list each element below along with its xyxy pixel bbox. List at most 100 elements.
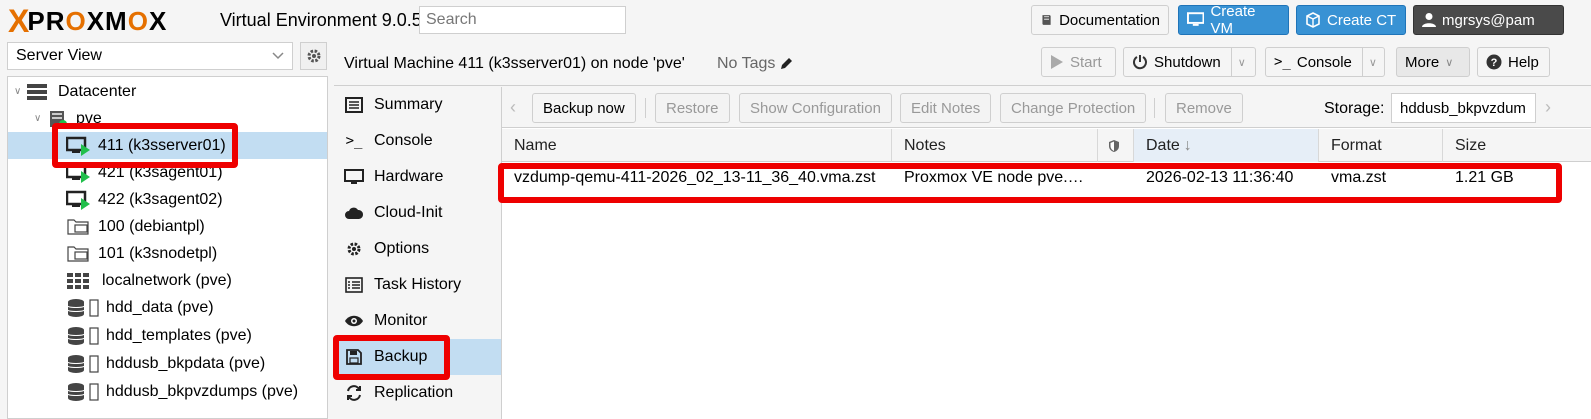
tree-item-vm-421[interactable]: 421 (k3sagent01) xyxy=(8,159,327,186)
cube-icon xyxy=(1306,12,1320,28)
nav-item-summary[interactable]: Summary xyxy=(334,87,501,123)
nav-item-replication[interactable]: Replication xyxy=(334,375,501,411)
page-title: Virtual Machine 411 (k3sserver01) on nod… xyxy=(344,55,685,72)
restore-label: Restore xyxy=(666,99,719,117)
column-header-label: Name xyxy=(514,136,557,154)
nav-item-label: Options xyxy=(374,240,430,257)
chevron-down-icon[interactable]: ∨ xyxy=(1361,48,1377,76)
restore-button[interactable]: Restore xyxy=(655,93,730,123)
book-icon xyxy=(1042,15,1051,25)
column-header-protected[interactable] xyxy=(1098,129,1134,162)
start-label: Start xyxy=(1070,53,1102,71)
create-ct-label: Create CT xyxy=(1327,11,1397,29)
storage-select[interactable]: hddusb_bkpvzdum xyxy=(1391,93,1536,123)
column-header-notes[interactable]: Notes xyxy=(892,129,1098,162)
backup-size-cell: 1.21 GB xyxy=(1455,169,1514,186)
tree-settings-button[interactable] xyxy=(300,42,327,70)
column-header-size[interactable]: Size xyxy=(1443,129,1591,162)
backup-grid-header: Name Notes Date ↓ Format Size xyxy=(502,129,1591,162)
content-area: Virtual Machine 411 (k3sserver01) on nod… xyxy=(334,41,1591,419)
search-input[interactable] xyxy=(419,6,626,34)
nav-item-cloud-init[interactable]: Cloud-Init xyxy=(334,195,501,231)
change-protection-button[interactable]: Change Protection xyxy=(1000,93,1147,123)
storage-icon xyxy=(67,326,99,345)
collapse-toggle-icon[interactable]: ∨ xyxy=(34,113,41,124)
more-button[interactable]: More ∨ xyxy=(1396,47,1470,77)
table-row[interactable]: vzdump-qemu-411-2026_02_13-11_36_40.vma.… xyxy=(502,163,1591,193)
tree-item-storage-hddusb-bkpvzdumps[interactable]: hddusb_bkpvzdumps (pve) xyxy=(8,378,327,405)
product-version: Virtual Environment 9.0.5 xyxy=(220,10,422,30)
storage-icon xyxy=(67,298,99,317)
tree-item-vm-422[interactable]: 422 (k3sagent02) xyxy=(8,186,327,213)
shutdown-button[interactable]: Shutdown ∨ xyxy=(1123,47,1256,77)
tree-item-label: 411 (k3sserver01) xyxy=(98,136,226,154)
tree-item-vm-411[interactable]: 411 (k3sserver01) xyxy=(8,132,327,159)
tree-item-label: localnetwork (pve) xyxy=(102,271,232,289)
nav-item-console[interactable]: >_ Console xyxy=(334,123,501,159)
tree-item-template-100[interactable]: 100 (debiantpl) xyxy=(8,213,327,240)
column-header-label: Date xyxy=(1146,136,1180,154)
column-header-label: Notes xyxy=(904,136,946,154)
monitor-eye-icon xyxy=(345,315,363,327)
start-button[interactable]: Start xyxy=(1041,47,1116,77)
view-selector[interactable]: Server View xyxy=(7,42,293,70)
nav-item-task-history[interactable]: Task History xyxy=(334,267,501,303)
tree-item-storage-hdd-templates[interactable]: hdd_templates (pve) xyxy=(8,322,327,349)
shutdown-label: Shutdown xyxy=(1154,53,1221,71)
tree-item-label: 100 (debiantpl) xyxy=(98,217,205,235)
nav-item-options[interactable]: Options xyxy=(334,231,501,267)
backup-now-button[interactable]: Backup now xyxy=(532,93,636,123)
nav-item-backup[interactable]: Backup xyxy=(334,339,501,375)
chevron-down-icon[interactable]: ∨ xyxy=(1230,48,1246,76)
backup-toolbar: ‹ Backup now Restore Show Configuration … xyxy=(502,87,1591,128)
tree-item-label: 421 (k3sagent01) xyxy=(98,163,223,181)
column-header-format[interactable]: Format xyxy=(1319,129,1443,162)
replication-icon xyxy=(347,385,361,401)
console-button[interactable]: >_ Console ∨ xyxy=(1265,47,1385,77)
options-gear-icon xyxy=(347,242,361,256)
scroll-right-icon[interactable]: › xyxy=(1545,97,1551,118)
show-configuration-button[interactable]: Show Configuration xyxy=(739,93,892,123)
scroll-left-icon[interactable]: ‹ xyxy=(510,97,516,118)
proxmox-logo[interactable]: X PROXMOX xyxy=(8,5,168,37)
logo-wordmark: PROXMOX xyxy=(27,6,168,36)
tree-item-datacenter[interactable]: ∨ Datacenter xyxy=(8,78,327,105)
storage-label: Storage: xyxy=(1324,100,1385,117)
column-header-date[interactable]: Date ↓ xyxy=(1134,129,1319,162)
column-header-label: Format xyxy=(1331,136,1382,154)
tree-item-storage-hdd-data[interactable]: hdd_data (pve) xyxy=(8,294,327,321)
nav-item-hardware[interactable]: Hardware xyxy=(334,159,501,195)
edit-notes-button[interactable]: Edit Notes xyxy=(900,93,992,123)
collapse-toggle-icon[interactable]: ∨ xyxy=(14,86,21,97)
help-label: Help xyxy=(1508,53,1539,71)
nav-item-label: Backup xyxy=(374,348,428,365)
top-header: X PROXMOX Virtual Environment 9.0.5 Docu… xyxy=(0,0,1591,41)
tree-item-storage-hddusb-bkpdata[interactable]: hddusb_bkpdata (pve) xyxy=(8,350,327,377)
tree-item-label: hdd_data (pve) xyxy=(106,298,214,316)
tree-item-label: pve xyxy=(76,109,102,127)
tree-item-localnetwork[interactable]: localnetwork (pve) xyxy=(8,267,327,294)
remove-button[interactable]: Remove xyxy=(1165,93,1243,123)
help-button[interactable]: ? Help xyxy=(1477,47,1550,77)
backup-panel: ‹ Backup now Restore Show Configuration … xyxy=(502,87,1591,419)
backup-date-cell: 2026-02-13 11:36:40 xyxy=(1146,169,1294,186)
tags-area[interactable]: No Tags xyxy=(717,55,793,73)
nav-item-label: Task History xyxy=(374,276,462,293)
nav-item-label: Monitor xyxy=(374,312,428,329)
pencil-icon[interactable] xyxy=(779,57,793,71)
user-menu-button[interactable]: mgrsys@pam xyxy=(1413,5,1564,35)
create-ct-button[interactable]: Create CT xyxy=(1296,5,1406,35)
column-header-name[interactable]: Name xyxy=(502,129,892,162)
nav-item-monitor[interactable]: Monitor xyxy=(334,303,501,339)
documentation-button[interactable]: Documentation xyxy=(1031,5,1169,35)
resource-tree: ∨ Datacenter ∨ pve 411 (k3sserver01) 421… xyxy=(7,76,328,419)
floppy-icon xyxy=(346,349,362,365)
change-protection-label: Change Protection xyxy=(1011,99,1136,117)
tree-item-node-pve[interactable]: ∨ pve xyxy=(8,105,327,132)
create-vm-button[interactable]: Create VM xyxy=(1178,3,1289,37)
vm-running-icon xyxy=(66,136,90,156)
tree-item-label: hdd_templates (pve) xyxy=(106,326,252,344)
template-icon xyxy=(67,245,89,262)
tree-item-template-101[interactable]: 101 (k3snodetpl) xyxy=(8,240,327,267)
network-grid-icon xyxy=(67,272,89,289)
